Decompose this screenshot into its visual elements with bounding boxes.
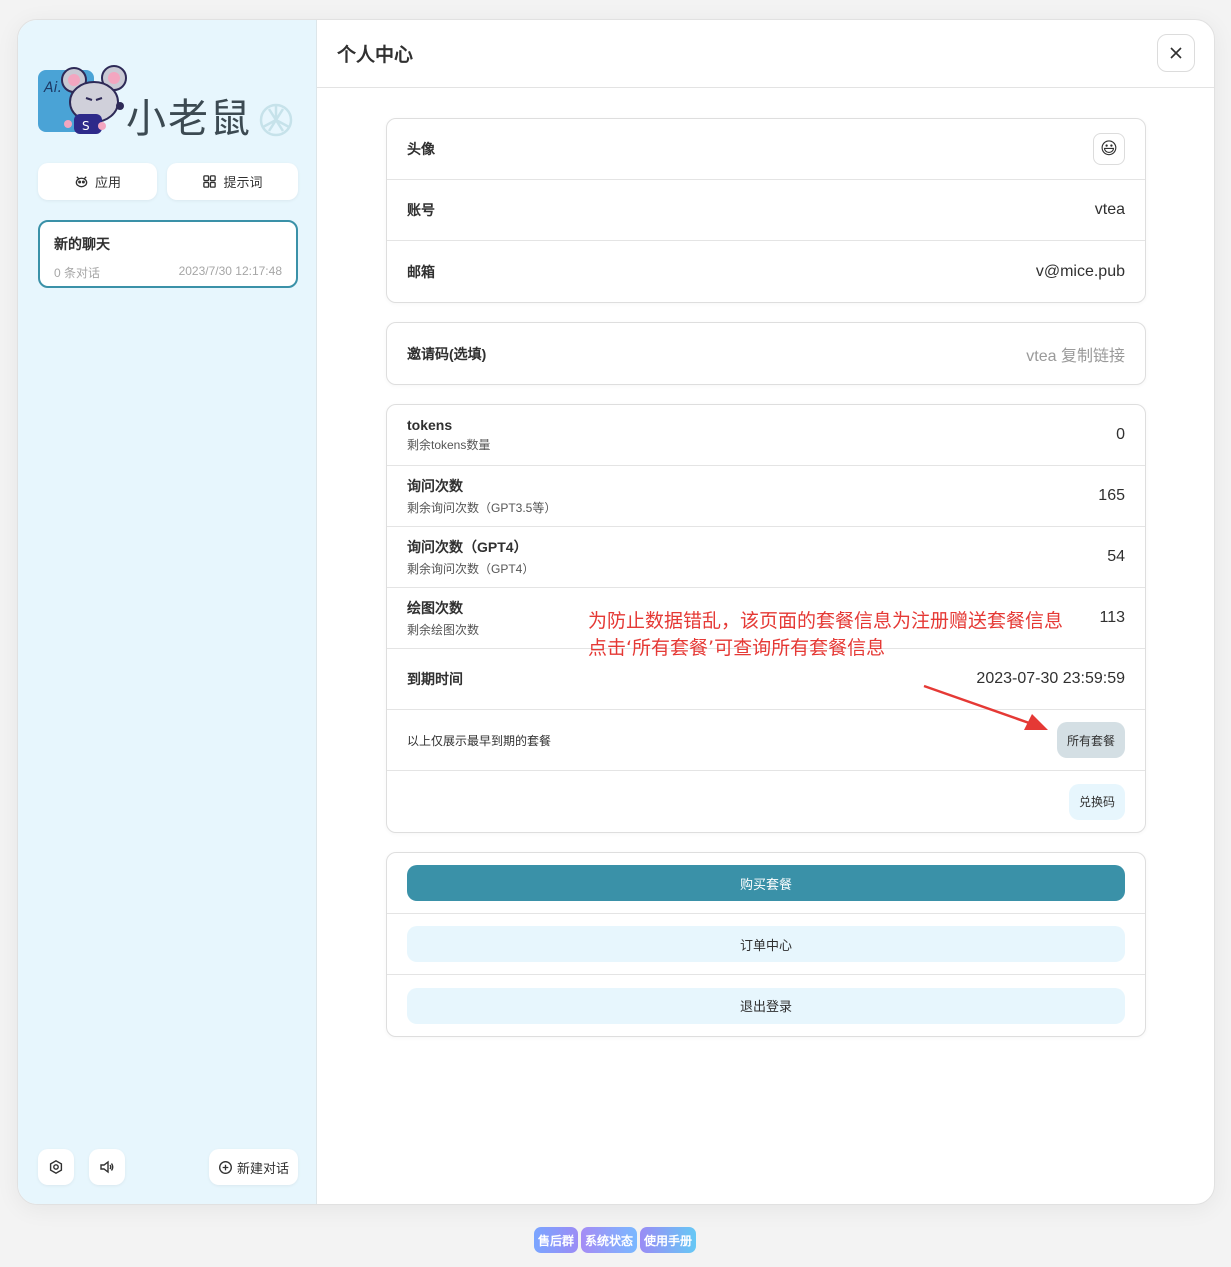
- expire-label: 到期时间: [407, 671, 463, 687]
- footer-link-manual[interactable]: 使用手册: [640, 1227, 697, 1253]
- avatar-row: 头像 😃: [387, 119, 1145, 180]
- redeem-row: 兑换码: [387, 771, 1145, 832]
- apps-label: 应用: [94, 175, 121, 190]
- gpt4-queries-label: 询问次数（GPT4）: [407, 539, 528, 555]
- email-value: v@mice.pub: [1035, 262, 1125, 280]
- logout-row: 退出登录: [387, 975, 1145, 1036]
- tokens-label: tokens: [407, 417, 453, 433]
- gpt4-queries-value: 54: [1107, 548, 1125, 565]
- grid-icon: [203, 175, 217, 188]
- speaker-icon: [100, 1160, 114, 1174]
- tokens-row: tokens 剩余tokens数量 0: [387, 405, 1145, 466]
- chat-list-item[interactable]: 新的聊天 0 条对话 2023/7/30 12:17:48: [38, 220, 298, 288]
- package-note: 以上仅展示最早到期的套餐: [407, 733, 552, 748]
- email-row: 邮箱 v@mice.pub: [387, 241, 1145, 302]
- annotation-text: 为防止数据错乱，该页面的套餐信息为注册赠送套餐信息 点击‘所有套餐’可查询所有套…: [588, 608, 1063, 662]
- app-mask-icon: [75, 176, 88, 188]
- queries-row: 询问次数 剩余询问次数（GPT3.5等） 165: [387, 466, 1145, 527]
- speaker-button[interactable]: [89, 1149, 125, 1185]
- account-label: 账号: [407, 202, 435, 218]
- redeem-code-button[interactable]: 兑换码: [1069, 783, 1125, 820]
- logout-button[interactable]: 退出登录: [407, 987, 1125, 1024]
- footer-links: 售后群 系统状态 使用手册: [534, 1227, 697, 1253]
- logo-text: 小老鼠: [126, 96, 252, 142]
- plus-circle-icon: [219, 1160, 232, 1174]
- tokens-value: 0: [1116, 426, 1125, 443]
- page-header: 个人中心: [317, 20, 1214, 88]
- account-row: 账号 vtea: [387, 180, 1145, 241]
- draw-label: 绘图次数: [407, 600, 463, 616]
- actions-card: 购买套餐 订单中心 退出登录: [386, 852, 1146, 1037]
- queries-label: 询问次数: [407, 478, 463, 494]
- orders-row: 订单中心: [387, 914, 1145, 975]
- mouse-logo-icon: Ai. S: [38, 65, 127, 134]
- gpt4-queries-sublabel: 剩余询问次数（GPT4）: [407, 562, 535, 576]
- annotation-arrow-icon: [923, 684, 1048, 730]
- chat-message-count: 0 条对话: [54, 266, 101, 280]
- account-value: vtea: [1094, 201, 1125, 218]
- footer-link-support[interactable]: 售后群: [534, 1227, 579, 1253]
- settings-button[interactable]: [38, 1149, 74, 1185]
- avatar-emoji-button[interactable]: 😃: [1093, 133, 1125, 165]
- annotation-line-1: 为防止数据错乱，该页面的套餐信息为注册赠送套餐信息: [588, 610, 1064, 632]
- avatar-label: 头像: [407, 141, 435, 157]
- annotation-line-2: 点击‘所有套餐’可查询所有套餐信息: [588, 637, 886, 659]
- svg-text:Ai.: Ai.: [43, 80, 62, 96]
- page-title: 个人中心: [337, 45, 414, 66]
- prompts-button[interactable]: 提示词: [167, 163, 298, 200]
- logo: Ai. S 小老鼠: [38, 64, 300, 154]
- new-chat-label: 新建对话: [236, 1160, 289, 1176]
- profile-card: 头像 😃 账号 vtea 邮箱 v@mice.pub: [386, 118, 1146, 303]
- chat-timestamp: 2023/7/30 12:17:48: [178, 264, 282, 278]
- close-button[interactable]: [1157, 34, 1195, 72]
- new-chat-button[interactable]: 新建对话: [209, 1149, 298, 1185]
- queries-value: 165: [1098, 487, 1125, 504]
- prompts-label: 提示词: [223, 175, 263, 190]
- buy-package-button[interactable]: 购买套餐: [407, 865, 1125, 901]
- draw-value: 113: [1099, 609, 1125, 626]
- settings-icon: [49, 1159, 63, 1175]
- invite-label: 邀请码(选填): [407, 345, 487, 362]
- all-packages-button[interactable]: 所有套餐: [1057, 722, 1125, 758]
- invite-code-link[interactable]: vtea 复制链接: [1026, 342, 1125, 366]
- invite-row: 邀请码(选填) vtea 复制链接: [387, 323, 1145, 384]
- invite-card: 邀请码(选填) vtea 复制链接: [386, 322, 1146, 385]
- buy-row: 购买套餐: [387, 853, 1145, 914]
- svg-text:S: S: [82, 119, 90, 133]
- order-center-button[interactable]: 订单中心: [407, 926, 1125, 962]
- tokens-sublabel: 剩余tokens数量: [407, 438, 491, 452]
- close-icon: [1170, 47, 1182, 59]
- footer-link-status[interactable]: 系统状态: [581, 1227, 638, 1253]
- email-label: 邮箱: [407, 263, 435, 280]
- sidebar: Ai. S 小老鼠 应用 提示词 新的聊天 0 条对话 2023/7/30 12…: [18, 20, 317, 1204]
- openai-icon: [259, 103, 293, 137]
- chat-title: 新的聊天: [54, 236, 110, 252]
- draw-sublabel: 剩余绘图次数: [407, 623, 480, 637]
- gpt4-queries-row: 询问次数（GPT4） 剩余询问次数（GPT4） 54: [387, 527, 1145, 588]
- apps-button[interactable]: 应用: [38, 163, 157, 200]
- queries-sublabel: 剩余询问次数（GPT3.5等）: [407, 501, 557, 515]
